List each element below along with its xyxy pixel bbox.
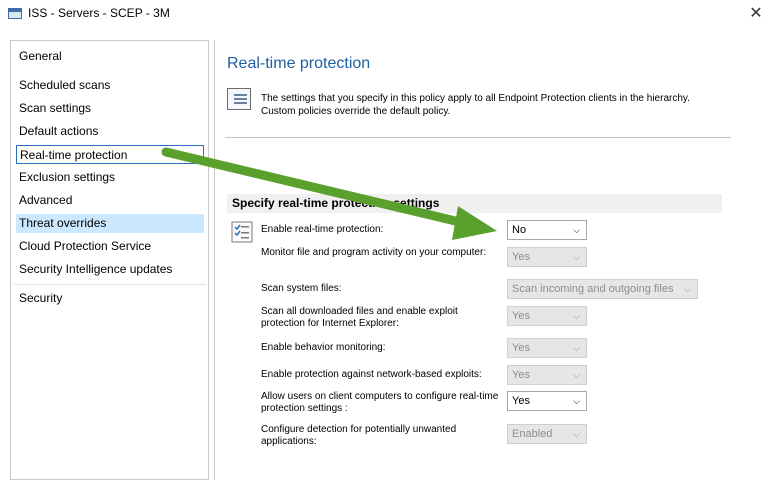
network-exploits-value: Yes [512, 369, 530, 381]
window-app-icon [8, 8, 22, 19]
setting-label-network-exploits: Enable protection against network-based … [261, 369, 482, 380]
document-info-icon [227, 88, 251, 110]
nav-item-cloud-protection-service[interactable]: Cloud Protection Service [16, 237, 196, 256]
monitor-activity-dropdown[interactable]: Yes ⌵ [507, 247, 587, 267]
setting-label-pua-detection: Configure detection for potentially unwa… [261, 424, 457, 447]
nav-item-threat-overrides[interactable]: Threat overrides [16, 214, 204, 233]
chevron-down-icon: ⌵ [573, 311, 580, 321]
policy-info-line-1: The settings that you specify in this po… [261, 93, 690, 104]
settings-section: Specify real-time protection settings En… [227, 194, 722, 494]
nav-item-scan-settings[interactable]: Scan settings [16, 99, 196, 118]
nav-item-scheduled-scans[interactable]: Scheduled scans [16, 76, 196, 95]
scan-system-files-value: Scan incoming and outgoing files [512, 283, 674, 295]
chevron-down-icon: ⌵ [573, 396, 580, 406]
policy-info-line-2: Custom policies override the default pol… [261, 106, 451, 117]
setting-label-enable-rtp: Enable real-time protection: [261, 224, 384, 235]
nav-item-security-intelligence-updates[interactable]: Security Intelligence updates [16, 260, 196, 279]
nav-pane: General Scheduled scans Scan settings De… [10, 40, 209, 480]
network-exploits-dropdown[interactable]: Yes ⌵ [507, 365, 587, 385]
content-pane: Real-time protection The settings that y… [214, 40, 768, 480]
monitor-activity-value: Yes [512, 251, 530, 263]
chevron-down-icon: ⌵ [684, 284, 691, 294]
nav-item-advanced[interactable]: Advanced [16, 191, 196, 210]
pua-detection-dropdown[interactable]: Enabled ⌵ [507, 424, 587, 444]
setting-label-scan-downloads: Scan all downloaded files and enable exp… [261, 306, 458, 329]
nav-item-security[interactable]: Security [16, 289, 196, 308]
scan-system-files-dropdown[interactable]: Scan incoming and outgoing files ⌵ [507, 279, 698, 299]
nav-divider [14, 284, 206, 285]
chevron-down-icon: ⌵ [573, 343, 580, 353]
section-title: Specify real-time protection settings [227, 194, 722, 213]
behavior-monitoring-value: Yes [512, 342, 530, 354]
behavior-monitoring-dropdown[interactable]: Yes ⌵ [507, 338, 587, 358]
enable-rtp-dropdown[interactable]: No ⌵ [507, 220, 587, 240]
nav-item-default-actions[interactable]: Default actions [16, 122, 196, 141]
close-icon[interactable]: ✕ [745, 2, 767, 26]
title-bar: ISS - Servers - SCEP - 3M ✕ [0, 0, 768, 30]
nav-item-real-time-protection[interactable]: Real-time protection [16, 145, 204, 164]
nav-item-exclusion-settings[interactable]: Exclusion settings [16, 168, 196, 187]
checklist-icon [231, 221, 253, 243]
setting-label-behavior-monitoring: Enable behavior monitoring: [261, 342, 386, 353]
scan-downloads-value: Yes [512, 310, 530, 322]
pua-detection-value: Enabled [512, 428, 553, 440]
page-title: Real-time protection [227, 55, 371, 72]
chevron-down-icon: ⌵ [573, 252, 580, 262]
nav-item-general[interactable]: General [16, 47, 196, 66]
allow-users-configure-dropdown[interactable]: Yes ⌵ [507, 391, 587, 411]
setting-label-monitor-activity: Monitor file and program activity on you… [261, 247, 487, 258]
scan-downloads-dropdown[interactable]: Yes ⌵ [507, 306, 587, 326]
window-title: ISS - Servers - SCEP - 3M [28, 6, 170, 20]
enable-rtp-value: No [512, 224, 527, 236]
chevron-down-icon: ⌵ [573, 429, 580, 439]
separator [225, 137, 731, 138]
chevron-down-icon: ⌵ [573, 225, 580, 235]
allow-users-configure-value: Yes [512, 395, 530, 407]
setting-label-scan-system-files: Scan system files: [261, 283, 342, 294]
policy-info-text: The settings that you specify in this po… [261, 92, 741, 118]
setting-label-allow-users-configure: Allow users on client computers to confi… [261, 391, 499, 414]
chevron-down-icon: ⌵ [573, 370, 580, 380]
